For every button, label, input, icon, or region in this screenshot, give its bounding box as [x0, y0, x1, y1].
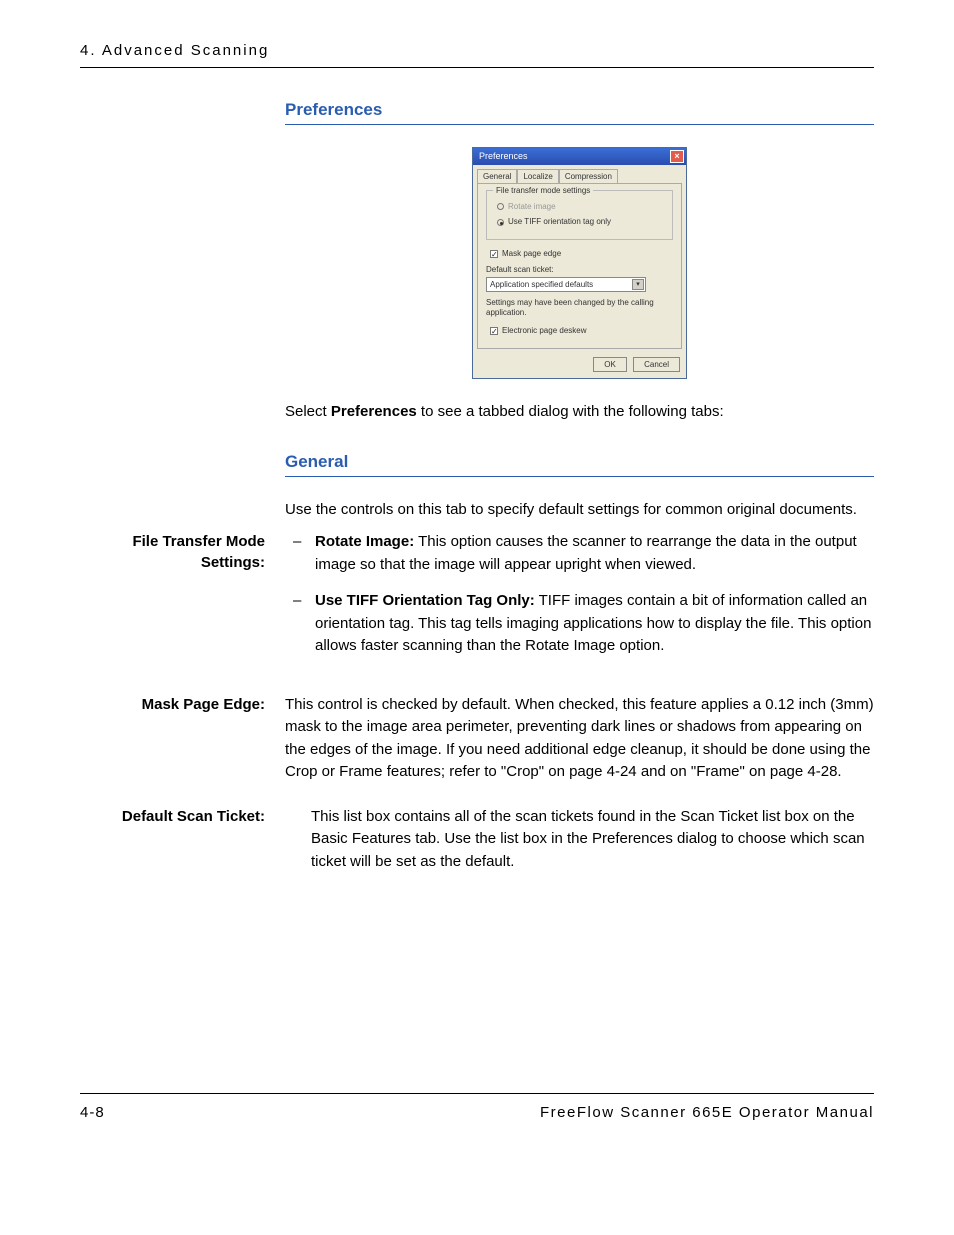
text: Select — [285, 403, 331, 420]
default-scan-ticket-label: Default scan ticket: — [486, 264, 673, 275]
combo-value: Application specified defaults — [490, 279, 593, 290]
label-default-scan-ticket: Default Scan Ticket: — [80, 806, 285, 874]
checkbox-icon: ✓ — [490, 250, 498, 258]
text: to see a tabbed dialog with the followin… — [417, 403, 724, 420]
page-number: 4-8 — [80, 1102, 105, 1123]
row-mask-page-edge: Mask Page Edge: This control is checked … — [285, 694, 874, 784]
page-footer: 4-8 FreeFlow Scanner 665E Operator Manua… — [80, 1093, 874, 1123]
radio-icon — [497, 219, 504, 226]
body-default-scan-ticket: This list box contains all of the scan t… — [285, 806, 874, 874]
default-scan-ticket-combo[interactable]: Application specified defaults ▾ — [486, 277, 646, 292]
tab-compression[interactable]: Compression — [559, 169, 618, 183]
label-mask-page-edge: Mask Page Edge: — [80, 694, 285, 784]
tiff-tag-bold: Use TIFF Orientation Tag Only: — [315, 592, 535, 609]
preferences-dialog: Preferences × General Localize Compressi… — [472, 147, 687, 380]
checkbox-icon: ✓ — [490, 327, 498, 335]
tab-general[interactable]: General — [477, 169, 517, 183]
chevron-down-icon: ▾ — [632, 279, 644, 290]
close-icon[interactable]: × — [670, 150, 684, 163]
body-file-transfer-mode: Rotate Image: This option causes the sca… — [285, 531, 874, 672]
electronic-deskew-label: Electronic page deskew — [502, 326, 587, 335]
heading-general: General — [285, 450, 874, 477]
heading-preferences: Preferences — [285, 98, 874, 125]
dialog-tabs: General Localize Compression — [473, 165, 686, 183]
row-default-scan-ticket: Default Scan Ticket: This list box conta… — [285, 806, 874, 874]
manual-title: FreeFlow Scanner 665E Operator Manual — [540, 1102, 874, 1123]
mask-page-edge-label: Mask page edge — [502, 249, 561, 258]
dialog-panel: File transfer mode settings Rotate image… — [477, 183, 682, 349]
checkbox-mask-page-edge[interactable]: ✓ Mask page edge — [490, 248, 673, 259]
label-file-transfer-mode: File Transfer Mode Settings: — [80, 531, 285, 672]
checkbox-electronic-deskew[interactable]: ✓ Electronic page deskew — [490, 325, 673, 336]
ok-button[interactable]: OK — [593, 357, 627, 372]
radio-use-tiff[interactable]: Use TIFF orientation tag only — [497, 216, 666, 227]
radio-rotate-image[interactable]: Rotate image — [497, 201, 666, 212]
list-item-rotate-image: Rotate Image: This option causes the sca… — [285, 531, 874, 576]
fieldset-legend: File transfer mode settings — [493, 185, 593, 196]
file-transfer-mode-fieldset: File transfer mode settings Rotate image… — [486, 190, 673, 240]
row-file-transfer-mode: File Transfer Mode Settings: Rotate Imag… — [285, 531, 874, 672]
dialog-button-row: OK Cancel — [473, 353, 686, 378]
radio-icon — [497, 203, 504, 210]
body-mask-page-edge: This control is checked by default. When… — [285, 694, 874, 784]
cancel-button[interactable]: Cancel — [633, 357, 680, 372]
radio-tiff-label: Use TIFF orientation tag only — [508, 217, 611, 226]
list-item-tiff-tag: Use TIFF Orientation Tag Only: TIFF imag… — [285, 590, 874, 658]
page-header: 4. Advanced Scanning — [80, 40, 874, 68]
general-intro-text: Use the controls on this tab to specify … — [285, 499, 874, 522]
dialog-screenshot: Preferences × General Localize Compressi… — [285, 147, 874, 380]
settings-changed-hint: Settings may have been changed by the ca… — [486, 298, 673, 317]
dialog-titlebar: Preferences × — [473, 148, 686, 165]
dialog-title: Preferences — [479, 150, 528, 163]
tab-localize[interactable]: Localize — [517, 169, 558, 183]
radio-rotate-label: Rotate image — [508, 202, 556, 211]
select-preferences-text: Select Preferences to see a tabbed dialo… — [285, 401, 874, 424]
rotate-image-bold: Rotate Image: — [315, 533, 414, 550]
text-bold: Preferences — [331, 403, 417, 420]
